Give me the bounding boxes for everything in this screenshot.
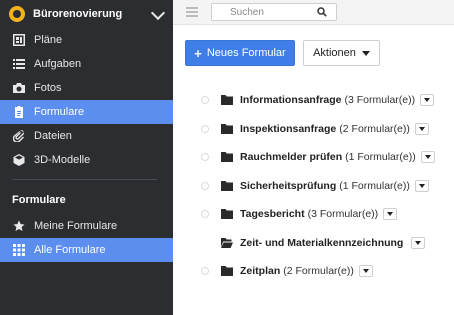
nav-item-3d-modelle[interactable]: 3D-Modelle	[0, 148, 173, 172]
nav-item-label: 3D-Modelle	[34, 154, 91, 166]
select-radio[interactable]	[201, 124, 209, 133]
folder-name[interactable]: Rauchmelder prüfen	[240, 151, 342, 163]
folder-open-icon	[221, 237, 233, 248]
folder-row[interactable]: Rauchmelder prüfen (1 Formular(e))	[173, 143, 454, 172]
folder-count: (1 Formular(e))	[345, 151, 416, 164]
folder-icon	[221, 266, 233, 277]
grid-icon	[12, 243, 26, 257]
search-icon[interactable]	[317, 7, 327, 17]
folder-row[interactable]: Zeit- und Materialkennzeichnung	[173, 229, 454, 258]
section-title-formulare: Formulare	[12, 194, 66, 206]
topbar	[173, 0, 454, 25]
folder-count: (2 Formular(e))	[283, 265, 354, 278]
caret-down-icon	[415, 240, 422, 245]
folder-count: (3 Formular(e))	[307, 208, 379, 221]
search-box[interactable]	[211, 3, 337, 21]
caret-down-icon	[387, 212, 394, 217]
plus-icon: +	[194, 45, 202, 61]
select-radio[interactable]	[201, 96, 209, 105]
project-selector[interactable]: Bürorenovierung	[0, 0, 173, 28]
nav-item-label: Alle Formulare	[34, 244, 106, 256]
nav-item-meine-formulare[interactable]: Meine Formulare	[0, 214, 173, 238]
nav-item-aufgaben[interactable]: Aufgaben	[0, 52, 173, 76]
search-input[interactable]	[230, 6, 320, 19]
actions-label: Aktionen	[313, 47, 356, 59]
caret-down-icon	[362, 269, 369, 274]
folder-name[interactable]: Tagesbericht	[240, 208, 305, 220]
nav-item-dateien[interactable]: Dateien	[0, 124, 173, 148]
main-content: + Neues Formular Aktionen Informationsan…	[173, 0, 454, 315]
nav-item-plaene[interactable]: Pläne	[0, 28, 173, 52]
folder-row[interactable]: Tagesbericht (3 Formular(e))	[173, 200, 454, 229]
new-form-label: Neues Formular	[206, 47, 286, 59]
project-name: Bürorenovierung	[33, 8, 123, 20]
folder-name[interactable]: Zeitplan	[240, 265, 280, 277]
folder-name[interactable]: Sicherheitsprüfung	[240, 180, 336, 192]
folder-count: (2 Formular(e))	[339, 122, 410, 135]
folder-name[interactable]: Inspektionsanfrage	[240, 123, 336, 135]
new-form-button[interactable]: + Neues Formular	[185, 40, 295, 66]
folder-row[interactable]: Zeitplan (2 Formular(e))	[173, 257, 454, 286]
folder-menu-button[interactable]	[420, 94, 435, 107]
sidebar-divider	[12, 179, 157, 180]
folder-count: (1 Formular(e))	[339, 179, 410, 192]
nav-item-label: Meine Formulare	[34, 220, 118, 232]
folder-row[interactable]: Sicherheitsprüfung (1 Formular(e))	[173, 172, 454, 201]
folder-icon	[221, 209, 233, 220]
folder-menu-button[interactable]	[411, 236, 426, 249]
caret-down-icon	[418, 183, 425, 188]
hamburger-menu-icon[interactable]	[186, 7, 198, 17]
camera-icon	[12, 81, 26, 95]
nav-item-label: Dateien	[34, 130, 72, 142]
folder-row[interactable]: Inspektionsanfrage (2 Formular(e))	[173, 115, 454, 144]
nav-item-label: Fotos	[34, 82, 62, 94]
list-icon	[12, 57, 26, 71]
actions-dropdown[interactable]: Aktionen	[303, 40, 380, 66]
folder-menu-button[interactable]	[420, 151, 435, 164]
folder-row[interactable]: Informationsanfrage (3 Formular(e))	[173, 86, 454, 115]
nav-item-alle-formulare[interactable]: Alle Formulare	[0, 238, 173, 262]
caret-down-icon	[424, 98, 431, 103]
paperclip-icon	[12, 129, 26, 143]
clipboard-icon	[12, 105, 26, 119]
folder-list: Informationsanfrage (3 Formular(e)) Insp…	[173, 86, 454, 286]
nav-item-label: Pläne	[34, 34, 63, 46]
plans-icon	[12, 33, 26, 47]
folder-menu-button[interactable]	[383, 208, 398, 221]
chevron-down-icon[interactable]	[151, 7, 165, 21]
caret-down-icon	[361, 50, 370, 56]
folder-icon	[221, 180, 233, 191]
folder-name[interactable]: Informationsanfrage	[240, 94, 342, 106]
cube-icon	[12, 153, 26, 167]
caret-down-icon	[424, 155, 431, 160]
nav-item-label: Formulare	[34, 106, 85, 118]
folder-menu-button[interactable]	[414, 179, 429, 192]
folder-icon	[221, 152, 233, 163]
project-logo-icon	[9, 6, 25, 22]
folder-menu-button[interactable]	[358, 265, 373, 278]
caret-down-icon	[418, 126, 425, 131]
folder-name[interactable]: Zeit- und Materialkennzeichnung	[240, 237, 403, 249]
nav-item-formulare[interactable]: Formulare	[0, 100, 173, 124]
nav-item-label: Aufgaben	[34, 58, 82, 70]
sidebar: Bürorenovierung Pläne Aufgaben Fotos For…	[0, 0, 173, 315]
select-radio[interactable]	[201, 267, 209, 276]
folder-count: (3 Formular(e))	[344, 94, 416, 107]
folder-icon	[221, 123, 233, 134]
folder-icon	[221, 95, 233, 106]
star-icon	[12, 219, 26, 233]
toolbar: + Neues Formular Aktionen	[185, 40, 380, 66]
folder-menu-button[interactable]	[414, 122, 429, 135]
select-radio[interactable]	[201, 210, 209, 219]
select-radio[interactable]	[201, 153, 209, 162]
select-radio[interactable]	[201, 181, 209, 190]
nav-item-fotos[interactable]: Fotos	[0, 76, 173, 100]
